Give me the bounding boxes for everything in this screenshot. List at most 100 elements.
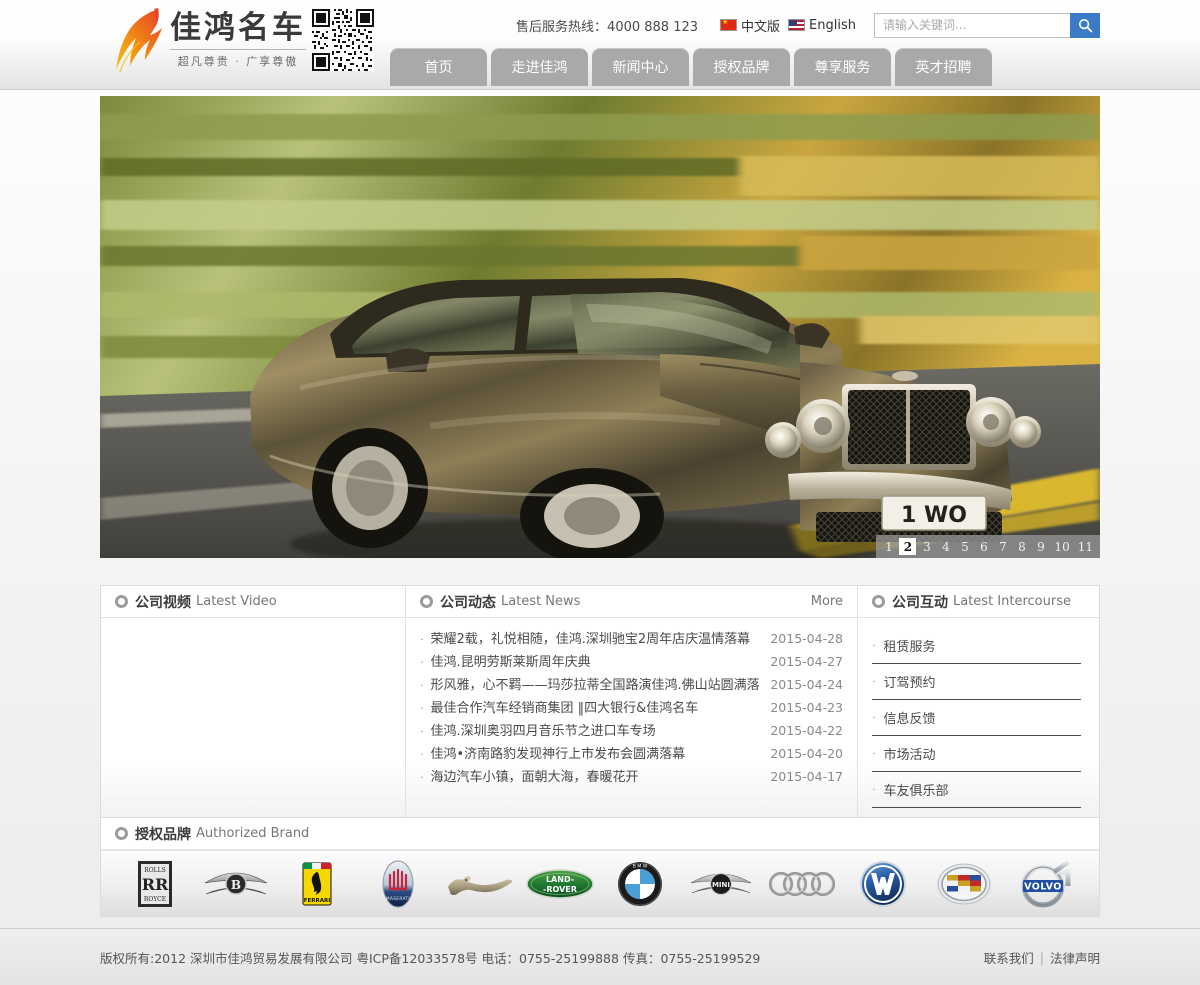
news-item[interactable]: · 最佳合作汽车经销商集团 ‖四大银行&佳鸿名车 2015-04-23 xyxy=(420,697,843,720)
footer-links: 联系我们 | 法律声明 xyxy=(984,948,1100,967)
panel-title-cn: 公司互动 xyxy=(892,592,948,612)
brand-mini[interactable]: MINI xyxy=(685,857,757,911)
intercourse-label: 订驾预约 xyxy=(884,672,936,691)
language-switch-chinese[interactable]: 中文版 xyxy=(720,16,780,35)
svg-text:B: B xyxy=(231,878,241,892)
language-switch-english[interactable]: English xyxy=(788,18,856,33)
footer-link-legal[interactable]: 法律声明 xyxy=(1050,948,1100,967)
search-input[interactable] xyxy=(874,13,1070,38)
intercourse-label: 信息反馈 xyxy=(884,708,936,727)
carousel-page-6[interactable]: 6 xyxy=(975,538,992,555)
brand-cadillac[interactable] xyxy=(928,857,1000,911)
brand-maserati[interactable]: MASERATI xyxy=(362,857,434,911)
logo-title: 佳鸿名车 xyxy=(170,11,306,47)
circle-bullet-icon xyxy=(115,595,128,608)
page-root: 佳鸿名车 超凡尊贵 · 广享尊傲 xyxy=(0,0,1200,985)
circle-bullet-icon xyxy=(420,595,433,608)
brand-ferrari[interactable]: FERRARI xyxy=(281,857,353,911)
carousel-page-2[interactable]: 2 xyxy=(899,538,916,555)
intercourse-item-club[interactable]: · 车友俱乐部 xyxy=(872,772,1081,808)
carousel-page-5[interactable]: 5 xyxy=(956,538,973,555)
qrcode-icon[interactable] xyxy=(312,9,374,71)
panel-latest-video: 公司视频 Latest Video xyxy=(101,586,406,817)
panel-title-en: Latest Video xyxy=(196,594,277,609)
news-item[interactable]: · 佳鸿•济南路豹发现神行上市发布会圆满落幕 2015-04-20 xyxy=(420,743,843,766)
nav-item-home[interactable]: 首页 xyxy=(390,48,487,86)
hero-slide-image: 1 WO xyxy=(100,96,1100,558)
intercourse-item-marketing[interactable]: · 市场活动 xyxy=(872,736,1081,772)
carousel-page-1[interactable]: 1 xyxy=(880,538,897,555)
bullet-icon: · xyxy=(420,652,424,674)
content-panels: 公司视频 Latest Video 公司动态 Latest News More … xyxy=(100,585,1100,817)
svg-text:B M W: B M W xyxy=(633,863,648,869)
site-footer: 版权所有:2012 深圳市佳鸿贸易发展有限公司 粤ICP备12033578号 电… xyxy=(0,928,1200,985)
footer-link-contact[interactable]: 联系我们 xyxy=(984,948,1034,967)
brand-land-rover[interactable]: LAND- -ROVER xyxy=(524,857,596,911)
intercourse-item-test-drive[interactable]: · 订驾预约 xyxy=(872,664,1081,700)
search-form xyxy=(874,13,1100,38)
panel-title-cn: 授权品牌 xyxy=(135,824,191,844)
panel-authorized-brands: 授权品牌 Authorized Brand ROLLS RR ROYCE xyxy=(100,817,1100,917)
news-title: 佳鸿.深圳奥羽四月音乐节之进口车专场 xyxy=(431,721,656,743)
news-date: 2015-04-20 xyxy=(760,743,843,765)
bullet-icon: · xyxy=(872,675,876,688)
logo-wordmark: 佳鸿名车 超凡尊贵 · 广享尊傲 xyxy=(170,11,306,70)
brand-audi[interactable] xyxy=(766,857,838,911)
brand-bmw[interactable]: B M W xyxy=(604,857,676,911)
intercourse-list-area: · 租赁服务 · 订驾预约 · 信息反馈 · 市场活动 xyxy=(858,618,1099,817)
carousel-pagination: 1 2 3 4 5 6 7 8 9 10 11 xyxy=(876,535,1100,558)
panel-title-en: Latest News xyxy=(501,594,580,609)
nav-item-services[interactable]: 尊享服务 xyxy=(794,48,891,86)
brand-volkswagen[interactable] xyxy=(847,857,919,911)
bullet-icon: · xyxy=(420,744,424,766)
news-item[interactable]: · 荣耀2载，礼悦相随，佳鸿.深圳驰宝2周年店庆温情落幕 2015-04-28 xyxy=(420,628,843,651)
panel-latest-intercourse: 公司互动 Latest Intercourse · 租赁服务 · 订驾预约 · … xyxy=(858,586,1099,817)
site-logo[interactable]: 佳鸿名车 超凡尊贵 · 广享尊傲 xyxy=(108,4,374,76)
intercourse-label: 市场活动 xyxy=(884,744,936,763)
intercourse-item-feedback[interactable]: · 信息反馈 xyxy=(872,700,1081,736)
news-date: 2015-04-22 xyxy=(760,720,843,742)
carousel-page-10[interactable]: 10 xyxy=(1051,538,1072,555)
brand-bentley[interactable]: B xyxy=(200,857,272,911)
carousel-page-8[interactable]: 8 xyxy=(1013,538,1030,555)
news-item[interactable]: · 佳鸿.昆明劳斯莱斯周年庆典 2015-04-27 xyxy=(420,651,843,674)
video-player-area[interactable] xyxy=(101,618,405,817)
news-item[interactable]: · 海边汽车小镇，面朝大海，春暖花开 2015-04-17 xyxy=(420,766,843,789)
circle-bullet-icon xyxy=(872,595,885,608)
maserati-logo: MASERATI xyxy=(381,859,415,909)
brand-rolls-royce[interactable]: ROLLS RR ROYCE xyxy=(119,857,191,911)
news-item[interactable]: · 佳鸿.深圳奥羽四月音乐节之进口车专场 2015-04-22 xyxy=(420,720,843,743)
nav-label: 英才招聘 xyxy=(916,57,972,77)
news-more-link[interactable]: More xyxy=(811,594,843,609)
carousel-page-7[interactable]: 7 xyxy=(994,538,1011,555)
news-date: 2015-04-23 xyxy=(760,697,843,719)
intercourse-item-rental[interactable]: · 租赁服务 xyxy=(872,628,1081,664)
mini-logo: MINI xyxy=(688,868,754,900)
news-item[interactable]: · 形风雅，心不羁——玛莎拉蒂全国路演佳鸿.佛山站圆满落 2015-04-24 xyxy=(420,674,843,697)
hero-carousel[interactable]: 1 WO 1 2 3 4 5 xyxy=(100,96,1100,558)
brand-logo-strip: ROLLS RR ROYCE B xyxy=(101,850,1099,916)
carousel-page-4[interactable]: 4 xyxy=(937,538,954,555)
panel-title-cn: 公司视频 xyxy=(135,592,191,612)
nav-item-brands[interactable]: 授权品牌 xyxy=(693,48,790,86)
license-plate-text: 1 WO xyxy=(901,503,967,528)
brand-volvo[interactable]: VOLVO xyxy=(1009,857,1081,911)
news-title: 佳鸿.昆明劳斯莱斯周年庆典 xyxy=(431,652,591,674)
brand-jaguar[interactable] xyxy=(443,857,515,911)
news-title: 海边汽车小镇，面朝大海，春暖花开 xyxy=(431,767,639,789)
carousel-page-9[interactable]: 9 xyxy=(1032,538,1049,555)
nav-label: 新闻中心 xyxy=(613,57,669,77)
svg-text:ROYCE: ROYCE xyxy=(144,896,166,903)
panel-title-en: Authorized Brand xyxy=(196,826,309,841)
panel-header: 授权品牌 Authorized Brand xyxy=(101,818,1099,850)
search-button[interactable] xyxy=(1070,13,1100,38)
nav-item-about[interactable]: 走进佳鸿 xyxy=(491,48,588,86)
carousel-page-3[interactable]: 3 xyxy=(918,538,935,555)
panel-header: 公司互动 Latest Intercourse xyxy=(858,586,1099,618)
nav-item-careers[interactable]: 英才招聘 xyxy=(895,48,992,86)
carousel-page-11[interactable]: 11 xyxy=(1075,538,1096,555)
nav-item-news[interactable]: 新闻中心 xyxy=(592,48,689,86)
panel-title-en: Latest Intercourse xyxy=(953,594,1071,609)
usa-flag-icon xyxy=(788,19,805,31)
rolls-royce-logo: ROLLS RR ROYCE xyxy=(134,859,176,909)
